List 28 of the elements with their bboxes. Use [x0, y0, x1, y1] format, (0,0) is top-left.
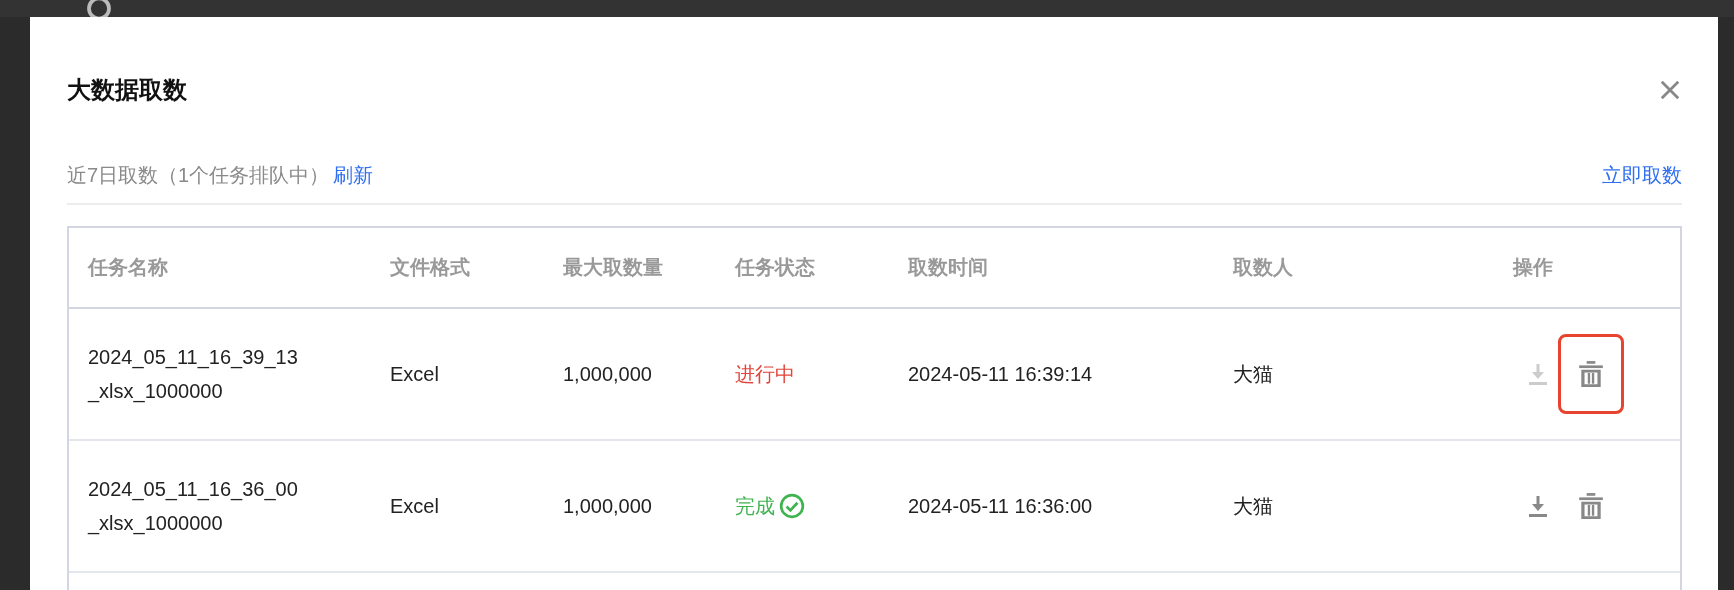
fetch-now-link[interactable]: 立即取数 [1602, 161, 1682, 189]
column-header: 文件格式 [390, 255, 471, 280]
column-header: 任务名称 [88, 255, 169, 280]
table-cell-text: Excel [390, 494, 440, 518]
status-text: 进行中 [735, 361, 795, 387]
table-cell-text: 大猫 [1233, 493, 1274, 519]
table-cell-text: Excel [390, 362, 440, 386]
trash-icon[interactable] [1578, 360, 1604, 388]
table-cell-text: 2024_05_11_16_36_00 _xlsx_1000000 [88, 477, 299, 537]
summary-text: 近7日取数（1个任务排队中） [67, 162, 330, 188]
table-cell-text: 2024-05-11 16:36:00 [908, 494, 1094, 518]
check-circle-icon [779, 493, 805, 519]
column-header: 任务状态 [735, 255, 816, 280]
status-text: 完成 [735, 493, 775, 519]
column-header: 操作 [1513, 255, 1554, 280]
close-icon[interactable] [1659, 79, 1681, 101]
dialog-title: 大数据取数 [67, 75, 187, 105]
refresh-link[interactable]: 刷新 [333, 161, 374, 189]
table-cell-text: 1,000,000 [563, 494, 653, 518]
table-cell-text: 1,000,000 [563, 362, 653, 386]
trash-icon[interactable] [1578, 492, 1604, 520]
table-cell-text: 2024_05_11_16_39_13 _xlsx_1000000 [88, 345, 299, 405]
column-header: 取数时间 [908, 255, 989, 280]
table-cell-text: 大猫 [1233, 361, 1274, 387]
column-header: 取数人 [1233, 255, 1294, 280]
download-icon[interactable] [1528, 494, 1548, 518]
table-cell-text: 2024-05-11 16:39:14 [908, 362, 1094, 386]
column-header: 最大取数量 [563, 255, 664, 280]
